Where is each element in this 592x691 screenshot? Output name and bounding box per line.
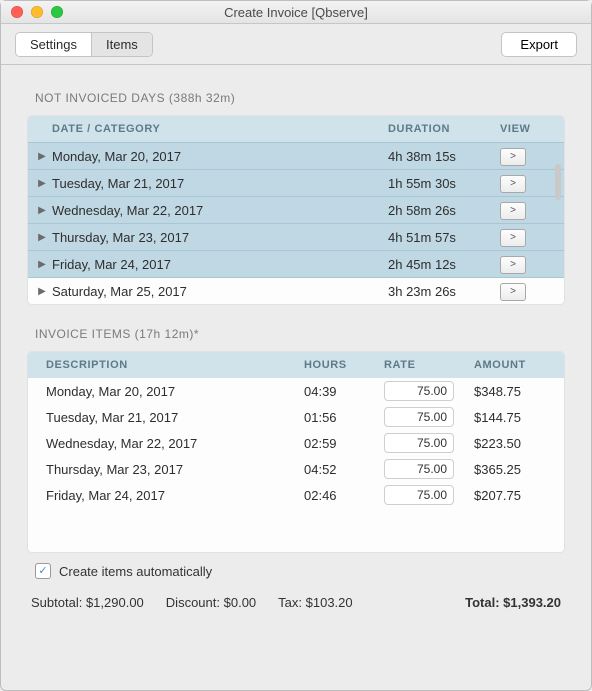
tab-items[interactable]: Items	[91, 33, 152, 56]
item-rate-input[interactable]	[384, 407, 454, 427]
disclosure-triangle-icon[interactable]: ▶	[28, 259, 52, 270]
view-button[interactable]: >	[500, 202, 526, 220]
day-duration: 2h 58m 26s	[388, 203, 500, 218]
day-row[interactable]: ▶Thursday, Mar 23, 20174h 51m 57s>	[28, 224, 564, 251]
day-duration: 3h 23m 26s	[388, 284, 500, 299]
discount: Discount: $0.00	[166, 595, 256, 610]
items-header-desc: DESCRIPTION	[28, 359, 304, 371]
item-amount: $348.75	[474, 384, 564, 399]
item-amount: $365.25	[474, 462, 564, 477]
item-description: Wednesday, Mar 22, 2017	[28, 436, 304, 451]
zoom-icon[interactable]	[51, 6, 63, 18]
subtotal-label: Subtotal:	[31, 595, 82, 610]
toolbar: Settings Items Export	[1, 24, 591, 65]
disclosure-triangle-icon[interactable]: ▶	[28, 178, 52, 189]
day-date: Thursday, Mar 23, 2017	[52, 230, 388, 245]
day-row[interactable]: ▶Saturday, Mar 25, 20173h 23m 26s>	[28, 278, 564, 304]
day-date: Saturday, Mar 25, 2017	[52, 284, 388, 299]
items-header-amount: AMOUNT	[474, 359, 564, 371]
day-duration: 2h 45m 12s	[388, 257, 500, 272]
item-rate-input[interactable]	[384, 459, 454, 479]
view-button[interactable]: >	[500, 148, 526, 166]
day-duration: 4h 38m 15s	[388, 149, 500, 164]
day-row[interactable]: ▶Tuesday, Mar 21, 20171h 55m 30s>	[28, 170, 564, 197]
auto-create-checkbox[interactable]: ✓	[35, 563, 51, 579]
items-header-rate: RATE	[384, 359, 474, 371]
totals-row: Subtotal: $1,290.00 Discount: $0.00 Tax:…	[27, 595, 565, 610]
discount-value: $0.00	[224, 595, 257, 610]
invoice-item-row: Wednesday, Mar 22, 201702:59 $223.50	[28, 430, 564, 456]
scrollbar-thumb[interactable]	[555, 164, 561, 200]
day-date: Friday, Mar 24, 2017	[52, 257, 388, 272]
tax: Tax: $103.20	[278, 595, 352, 610]
item-rate-input[interactable]	[384, 485, 454, 505]
days-header-duration: DURATION	[388, 123, 500, 135]
day-row[interactable]: ▶Wednesday, Mar 22, 20172h 58m 26s>	[28, 197, 564, 224]
day-row[interactable]: ▶Monday, Mar 20, 20174h 38m 15s>	[28, 142, 564, 170]
grand-total: Total: $1,393.20	[465, 595, 561, 610]
item-hours: 02:46	[304, 488, 384, 503]
disclosure-triangle-icon[interactable]: ▶	[28, 286, 52, 297]
discount-label: Discount:	[166, 595, 220, 610]
items-header-hours: HOURS	[304, 359, 384, 371]
window-title: Create Invoice [Qbserve]	[224, 5, 368, 20]
day-row[interactable]: ▶Friday, Mar 24, 20172h 45m 12s>	[28, 251, 564, 278]
disclosure-triangle-icon[interactable]: ▶	[28, 232, 52, 243]
item-hours: 04:52	[304, 462, 384, 477]
disclosure-triangle-icon[interactable]: ▶	[28, 151, 52, 162]
invoice-item-row: Friday, Mar 24, 201702:46 $207.75	[28, 482, 564, 508]
item-hours: 04:39	[304, 384, 384, 399]
item-hours: 02:59	[304, 436, 384, 451]
disclosure-triangle-icon[interactable]: ▶	[28, 205, 52, 216]
title-bar: Create Invoice [Qbserve]	[1, 1, 591, 24]
day-duration: 4h 51m 57s	[388, 230, 500, 245]
minimize-icon[interactable]	[31, 6, 43, 18]
tab-segment: Settings Items	[15, 32, 153, 57]
view-button[interactable]: >	[500, 283, 526, 301]
day-date: Wednesday, Mar 22, 2017	[52, 203, 388, 218]
days-header-date: DATE / CATEGORY	[28, 123, 388, 135]
item-hours: 01:56	[304, 410, 384, 425]
invoice-items-panel: DESCRIPTION HOURS RATE AMOUNT Monday, Ma…	[27, 351, 565, 553]
not-invoiced-panel: DATE / CATEGORY DURATION VIEW ▶Monday, M…	[27, 115, 565, 305]
items-header: DESCRIPTION HOURS RATE AMOUNT	[28, 352, 564, 378]
window-controls	[11, 6, 63, 18]
tab-settings[interactable]: Settings	[16, 33, 91, 56]
subtotal: Subtotal: $1,290.00	[31, 595, 144, 610]
item-description: Tuesday, Mar 21, 2017	[28, 410, 304, 425]
invoice-item-row: Thursday, Mar 23, 201704:52 $365.25	[28, 456, 564, 482]
total-label: Total:	[465, 595, 499, 610]
item-description: Monday, Mar 20, 2017	[28, 384, 304, 399]
invoice-item-row: Monday, Mar 20, 201704:39 $348.75	[28, 378, 564, 404]
item-amount: $223.50	[474, 436, 564, 451]
item-amount: $207.75	[474, 488, 564, 503]
days-header: DATE / CATEGORY DURATION VIEW	[28, 116, 564, 142]
view-button[interactable]: >	[500, 256, 526, 274]
days-rows: ▶Monday, Mar 20, 20174h 38m 15s>▶Tuesday…	[28, 142, 564, 304]
not-invoiced-label: NOT INVOICED DAYS (388h 32m)	[35, 91, 565, 105]
subtotal-value: $1,290.00	[86, 595, 144, 610]
item-rate-input[interactable]	[384, 381, 454, 401]
days-header-view: VIEW	[500, 123, 564, 135]
invoice-items-label: INVOICE ITEMS (17h 12m)*	[35, 327, 565, 341]
item-description: Friday, Mar 24, 2017	[28, 488, 304, 503]
auto-create-row: ✓ Create items automatically	[35, 563, 565, 579]
view-button[interactable]: >	[500, 229, 526, 247]
day-date: Tuesday, Mar 21, 2017	[52, 176, 388, 191]
day-duration: 1h 55m 30s	[388, 176, 500, 191]
tax-label: Tax:	[278, 595, 302, 610]
day-date: Monday, Mar 20, 2017	[52, 149, 388, 164]
item-rate-input[interactable]	[384, 433, 454, 453]
export-button[interactable]: Export	[501, 32, 577, 57]
close-icon[interactable]	[11, 6, 23, 18]
tax-value: $103.20	[306, 595, 353, 610]
auto-create-label: Create items automatically	[59, 564, 212, 579]
invoice-item-row: Tuesday, Mar 21, 201701:56 $144.75	[28, 404, 564, 430]
item-amount: $144.75	[474, 410, 564, 425]
total-value: $1,393.20	[503, 595, 561, 610]
item-description: Thursday, Mar 23, 2017	[28, 462, 304, 477]
items-rows: Monday, Mar 20, 201704:39 $348.75 Tuesday,…	[28, 378, 564, 508]
view-button[interactable]: >	[500, 175, 526, 193]
